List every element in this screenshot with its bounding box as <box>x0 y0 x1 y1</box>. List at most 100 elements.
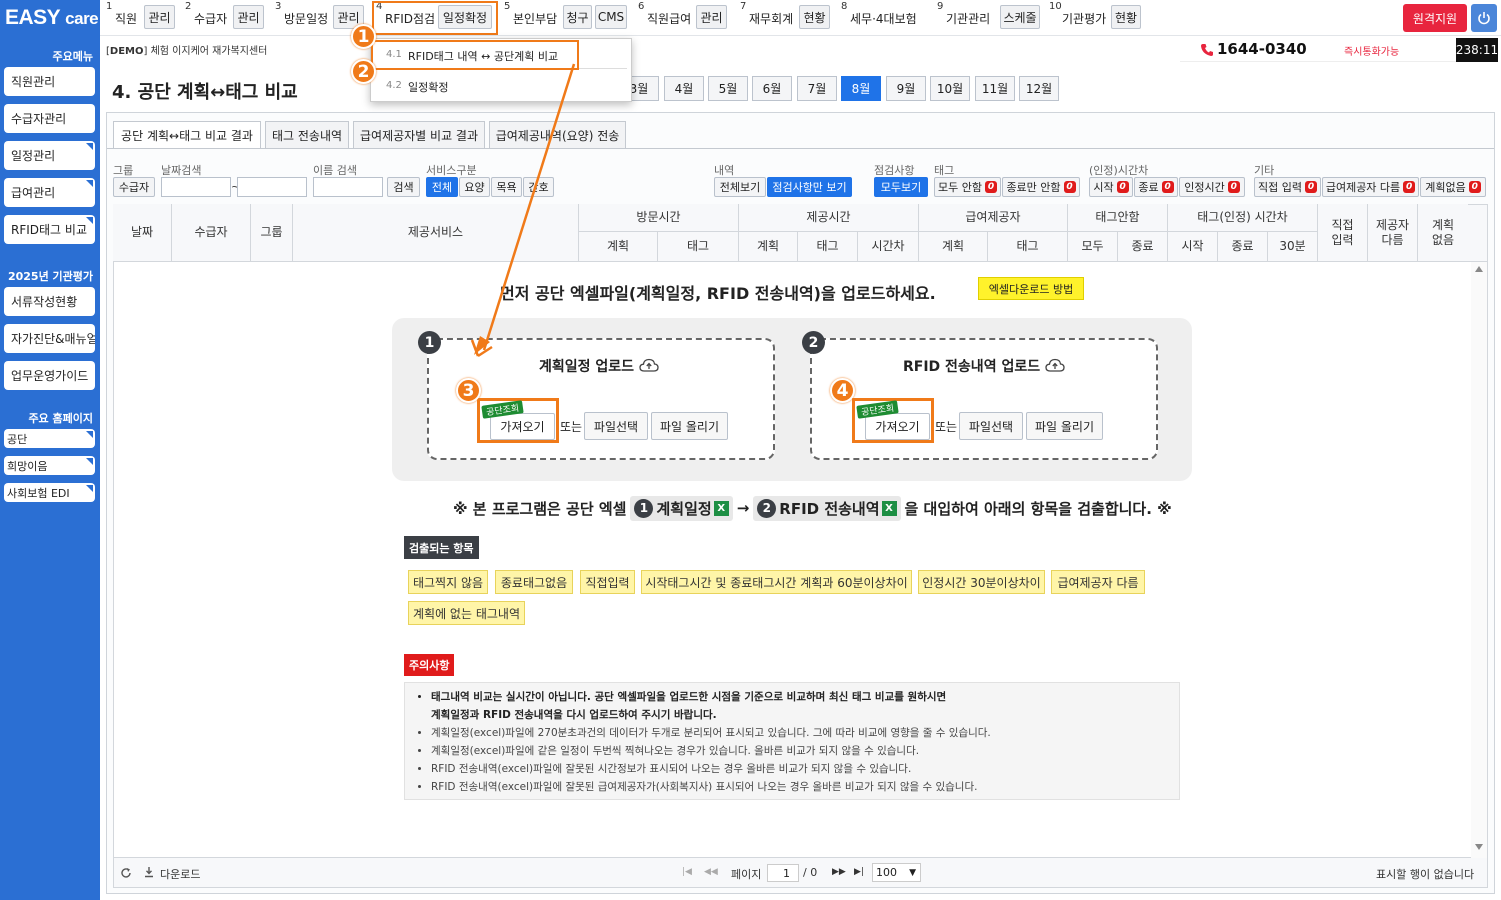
sidebar-item-benefit[interactable]: 급여관리 <box>4 178 95 207</box>
next-page-icon[interactable]: ▶▶ <box>832 867 846 877</box>
month-button[interactable]: 9월 <box>886 76 926 101</box>
page-total: / 0 <box>803 866 818 879</box>
time-start-button[interactable]: 시작 0 <box>1089 177 1133 197</box>
tag-none-button[interactable]: 모두 안함 0 <box>934 177 1001 197</box>
col-recipient[interactable]: 수급자 <box>172 204 251 262</box>
menu-button[interactable]: 청구 <box>563 5 592 29</box>
time-approved-button[interactable]: 인정시간 0 <box>1179 177 1245 197</box>
rows-per-page-select[interactable]: 100 ▼ <box>872 863 921 882</box>
col-group[interactable]: 그룹 <box>251 204 293 262</box>
month-button[interactable]: 4월 <box>664 76 704 101</box>
menu-button-cms[interactable]: CMS <box>595 5 627 29</box>
menu-payroll[interactable]: 6 직원급여 관리 <box>638 0 728 34</box>
col-giver-tag[interactable]: 태그 <box>988 232 1068 262</box>
detect-item: 직접입력 <box>580 570 635 594</box>
search-button[interactable]: 검색 <box>387 177 420 197</box>
col-tag-none-all[interactable]: 모두 <box>1068 232 1118 262</box>
col-no-plan[interactable]: 계획 없음 <box>1418 204 1468 262</box>
last-page-icon[interactable]: ▶| <box>854 867 864 877</box>
menu-copay[interactable]: 5 본인부담 청구 CMS <box>504 0 628 34</box>
col-date[interactable]: 날짜 <box>113 204 172 262</box>
col-visit-plan[interactable]: 계획 <box>579 232 658 262</box>
rfid-file-upload-button[interactable]: 파일 올리기 <box>1026 412 1103 440</box>
fetch-plan-button[interactable]: 가져오기 <box>490 413 555 440</box>
scroll-down-icon[interactable] <box>1475 844 1483 850</box>
menu-tax-insurance[interactable]: 8 세무·4대보험 <box>841 0 929 34</box>
month-button[interactable]: 6월 <box>752 76 792 101</box>
sidebar-item-guide[interactable]: 업무운영가이드 <box>4 361 95 390</box>
power-button[interactable] <box>1471 4 1497 32</box>
plan-file-upload-button[interactable]: 파일 올리기 <box>651 412 728 440</box>
first-page-icon[interactable]: |◀ <box>682 867 692 877</box>
col-giver-plan[interactable]: 계획 <box>919 232 988 262</box>
col-direct-input[interactable]: 직접 입력 <box>1318 204 1368 262</box>
menu-button[interactable]: 현황 <box>799 5 830 29</box>
col-provide-diff[interactable]: 시간차 <box>858 232 919 262</box>
date-from-input[interactable] <box>161 177 231 197</box>
sidebar-item-staff[interactable]: 직원관리 <box>4 67 95 96</box>
view-all-button[interactable]: 전체보기 <box>714 177 766 197</box>
month-button[interactable]: 10월 <box>930 76 970 101</box>
no-plan-button[interactable]: 계획없음 0 <box>1420 177 1486 197</box>
month-button[interactable]: 5월 <box>708 76 748 101</box>
name-search-input[interactable] <box>313 177 383 197</box>
remote-support-button[interactable]: 원격지원 <box>1403 4 1467 32</box>
tag-end-none-button[interactable]: 종료만 안함 0 <box>1002 177 1080 197</box>
col-giver-diff[interactable]: 제공자 다름 <box>1368 204 1418 262</box>
page-input[interactable]: 1 <box>767 864 799 882</box>
menu-button[interactable]: 현황 <box>1111 5 1141 29</box>
time-end-button[interactable]: 종료 0 <box>1134 177 1178 197</box>
fetch-rfid-button[interactable]: 가져오기 <box>865 413 930 440</box>
plan-file-select-button[interactable]: 파일선택 <box>584 412 648 440</box>
menu-org[interactable]: 9 기관관리 스케줄 <box>937 0 1043 34</box>
col-provide-plan[interactable]: 계획 <box>739 232 798 262</box>
menu-button[interactable]: 관리 <box>696 5 727 29</box>
sidebar-link-hope[interactable]: 희망이음 <box>4 456 95 475</box>
tab-giver-compare[interactable]: 급여제공자별 비교 결과 <box>353 121 485 148</box>
download-button[interactable]: 다운로드 <box>160 866 200 882</box>
menu-button[interactable]: 관리 <box>144 5 175 29</box>
sidebar-item-docs[interactable]: 서류작성현황 <box>4 287 95 316</box>
month-button[interactable]: 11월 <box>975 76 1015 101</box>
direct-input-button[interactable]: 직접 입력 0 <box>1254 177 1321 197</box>
col-visit-tag[interactable]: 태그 <box>658 232 739 262</box>
prev-page-icon[interactable]: ◀◀ <box>704 867 718 877</box>
scroll-up-icon[interactable] <box>1475 266 1483 272</box>
view-issues-button[interactable]: 점검사항만 보기 <box>767 177 852 197</box>
sidebar-item-recipient[interactable]: 수급자관리 <box>4 104 95 133</box>
month-button[interactable]: 12월 <box>1019 76 1059 101</box>
col-tag-none-end[interactable]: 종료 <box>1118 232 1168 262</box>
download-icon[interactable] <box>144 866 154 878</box>
giver-diff-button[interactable]: 급여제공자 다름 0 <box>1322 177 1419 197</box>
tab-tag-history[interactable]: 태그 전송내역 <box>265 121 349 148</box>
group-recipient-button[interactable]: 수급자 <box>113 177 155 197</box>
col-time-end[interactable]: 종료 <box>1218 232 1268 262</box>
month-button[interactable]: 7월 <box>797 76 837 101</box>
menu-accounting[interactable]: 7 재무회계 현황 <box>740 0 832 34</box>
menu-evaluation[interactable]: 10 기관평가 현황 <box>1049 0 1141 34</box>
service-all-button[interactable]: 전체 <box>426 177 458 197</box>
sidebar-link-nhis[interactable]: 공단 <box>4 429 95 448</box>
sidebar-link-edi[interactable]: 사회보험 EDI <box>4 483 95 502</box>
phone-area: 1644-0340 즉시통화가능 <box>1180 38 1456 62</box>
refresh-icon[interactable] <box>120 867 132 879</box>
col-time-start[interactable]: 시작 <box>1168 232 1218 262</box>
sidebar-item-rfid[interactable]: RFID태그 비교 <box>4 215 95 244</box>
logo[interactable]: EASY care <box>5 6 99 30</box>
menu-button[interactable]: 스케줄 <box>1000 5 1040 29</box>
col-time-30min[interactable]: 30분 <box>1268 232 1318 262</box>
col-provide-tag[interactable]: 태그 <box>798 232 858 262</box>
month-button-active[interactable]: 8월 <box>841 76 881 101</box>
excel-howto-button[interactable]: 엑셀다운로드 방법 <box>978 277 1084 300</box>
sidebar-item-schedule[interactable]: 일정관리 <box>4 141 95 170</box>
tab-compare-result[interactable]: 공단 계획↔태그 비교 결과 <box>113 121 261 149</box>
menu-button[interactable]: 관리 <box>233 5 264 29</box>
sidebar-item-selfcheck[interactable]: 자가진단&매뉴얼 <box>4 324 95 353</box>
grid-scrollbar[interactable] <box>1471 262 1487 858</box>
rfid-file-select-button[interactable]: 파일선택 <box>959 412 1023 440</box>
show-all-checks-button[interactable]: 모두보기 <box>874 177 928 197</box>
menu-recipient[interactable]: 2 수급자 관리 <box>185 0 265 34</box>
date-to-input[interactable] <box>237 177 307 197</box>
sidebar-section-main: 주요메뉴 <box>52 50 93 63</box>
menu-staff[interactable]: 1 직원 관리 <box>106 0 176 34</box>
